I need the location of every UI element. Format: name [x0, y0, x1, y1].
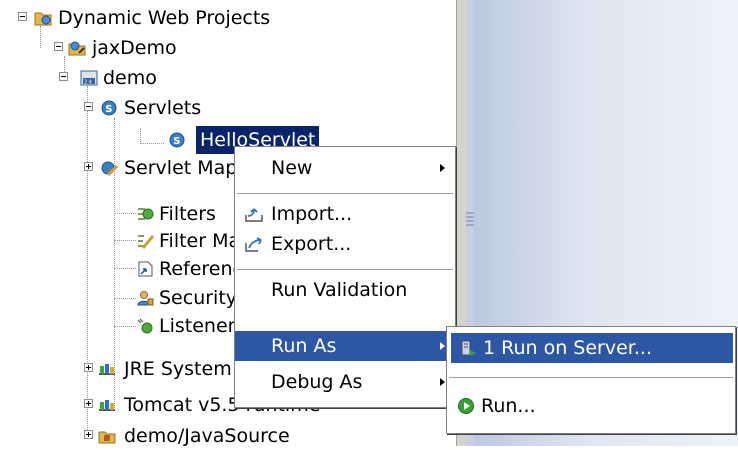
submenu-arrow-icon [440, 378, 445, 386]
menu-item-run-on-server[interactable]: 1 Run on Server... [451, 333, 733, 363]
submenu-arrow-icon [440, 164, 445, 172]
tree-label: Listeners [159, 315, 246, 337]
tree-label: Dynamic Web Projects [58, 7, 271, 29]
web-project-icon [68, 41, 86, 56]
context-menu: New Import... Export... Run Validation R… [234, 146, 456, 408]
listener-icon [137, 318, 153, 334]
reference-icon [138, 261, 153, 277]
menu-item-run-as[interactable]: Run As [235, 331, 455, 361]
server-icon [461, 340, 476, 356]
tree-row-module[interactable]: 2.4 demo [0, 64, 456, 92]
menu-item-run[interactable]: Run... [447, 391, 735, 421]
svg-text:S: S [173, 136, 180, 147]
library-icon [99, 400, 115, 411]
folder-icon [34, 12, 52, 26]
menu-item-run-validation[interactable]: Run Validation [235, 275, 455, 305]
menu-item-label: Export... [271, 233, 352, 255]
tree-label: Security [159, 287, 238, 309]
submenu-arrow-icon [440, 342, 445, 350]
servlet-mapping-icon [101, 161, 118, 176]
menu-item-label: Debug As [271, 371, 363, 393]
servlet-icon: S [101, 100, 117, 116]
menu-separator [237, 269, 453, 271]
library-icon [99, 364, 115, 375]
menu-item-import[interactable]: Import... [235, 199, 455, 229]
source-folder-icon [98, 431, 116, 444]
menu-item-label: Run Validation [271, 279, 408, 301]
expand-toggle[interactable] [84, 363, 93, 372]
web-module-icon: 2.4 [80, 70, 98, 86]
expand-toggle[interactable] [84, 430, 93, 439]
menu-item-label: Run As [271, 335, 337, 357]
menu-item-label: Import... [271, 203, 353, 225]
expand-toggle[interactable] [84, 162, 93, 171]
filter-icon [138, 208, 154, 220]
tree-row-project[interactable]: jaxDemo [0, 34, 456, 62]
tree-row-dynamic-web-projects[interactable]: Dynamic Web Projects [0, 4, 456, 32]
export-icon [245, 237, 262, 252]
collapse-toggle[interactable] [54, 42, 63, 51]
tree-label: Filters [159, 203, 216, 225]
menu-item-export[interactable]: Export... [235, 229, 455, 259]
import-icon [245, 208, 263, 222]
run-as-submenu: 1 Run on Server... Run... [446, 326, 736, 434]
menu-item-label: Run... [481, 395, 536, 417]
tree-label: Servlets [124, 97, 202, 119]
menu-item-new[interactable]: New [235, 153, 455, 183]
tree-row-servlets[interactable]: S Servlets [0, 94, 456, 122]
filter-mapping-icon [138, 235, 154, 249]
menu-separator [449, 377, 733, 379]
menu-item-debug-as[interactable]: Debug As [235, 367, 455, 397]
collapse-toggle[interactable] [84, 102, 93, 111]
tree-label: jaxDemo [92, 37, 177, 59]
menu-item-label: New [271, 157, 313, 179]
sash-grip-icon[interactable] [466, 212, 474, 226]
collapse-toggle[interactable] [59, 72, 68, 81]
security-icon [137, 291, 154, 306]
run-icon [458, 398, 474, 414]
collapse-toggle[interactable] [18, 12, 27, 21]
svg-text:2.4: 2.4 [84, 80, 92, 86]
servlet-icon: S [169, 132, 185, 148]
expand-toggle[interactable] [84, 399, 93, 408]
tree-label: demo [103, 67, 157, 89]
menu-item-label: 1 Run on Server... [483, 337, 652, 359]
svg-text:S: S [105, 104, 112, 115]
menu-separator [237, 193, 453, 195]
